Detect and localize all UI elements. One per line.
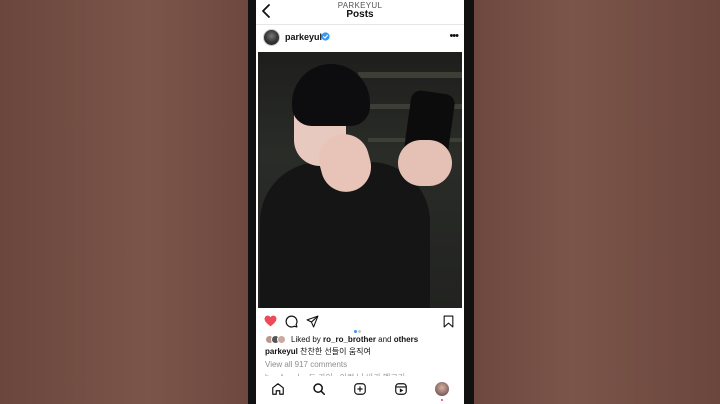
post-media[interactable] xyxy=(258,52,462,308)
home-icon[interactable] xyxy=(271,382,285,396)
liked-by-user[interactable]: ro_ro_brother xyxy=(323,335,376,344)
profile-avatar[interactable] xyxy=(435,382,449,396)
plus-square-icon[interactable] xyxy=(353,382,367,396)
bottom-nav xyxy=(256,376,464,404)
person-hand xyxy=(398,140,452,186)
divider xyxy=(256,24,464,25)
liked-by-prefix: Liked by xyxy=(291,335,324,344)
liked-by-row[interactable]: Liked by ro_ro_brother and others xyxy=(265,334,461,346)
caption-username[interactable]: parkeyul xyxy=(265,347,298,356)
heart-icon[interactable] xyxy=(264,315,277,327)
page-title: Posts xyxy=(346,9,374,20)
view-comments-link[interactable]: View all 917 comments xyxy=(265,360,347,369)
liked-by-and: and xyxy=(375,335,394,344)
search-icon[interactable] xyxy=(312,382,326,396)
post-actions xyxy=(256,312,464,333)
phone-screen: PARKEYUL Posts parkeyul ••• Liked by ro_… xyxy=(256,0,464,404)
send-icon[interactable] xyxy=(306,315,319,328)
carousel-dot xyxy=(358,330,361,333)
top-bar: PARKEYUL Posts xyxy=(256,0,464,24)
verified-badge-icon xyxy=(321,32,330,41)
post-caption: parkeyul 찬찬한 선들이 움직여 xyxy=(265,346,371,357)
more-horizontal-icon[interactable]: ••• xyxy=(449,30,459,42)
comment-icon[interactable] xyxy=(285,315,298,328)
liker-avatars xyxy=(265,335,289,345)
carousel-indicator xyxy=(354,320,366,333)
blurred-background-left xyxy=(0,0,248,404)
avatar xyxy=(277,335,286,344)
bookmark-icon[interactable] xyxy=(443,315,454,328)
liked-by-text: Liked by ro_ro_brother and others xyxy=(291,335,418,344)
reels-icon[interactable] xyxy=(394,382,408,396)
liked-by-others[interactable]: others xyxy=(394,335,418,344)
avatar[interactable] xyxy=(263,29,280,46)
post-header: parkeyul ••• xyxy=(256,26,464,50)
background-shelf xyxy=(358,72,462,78)
carousel-dot-active xyxy=(354,330,357,333)
notification-dot xyxy=(441,399,443,401)
blurred-background-right xyxy=(474,0,720,404)
caption-text: 찬찬한 선들이 움직여 xyxy=(297,347,371,356)
post-username[interactable]: parkeyul xyxy=(285,32,322,42)
